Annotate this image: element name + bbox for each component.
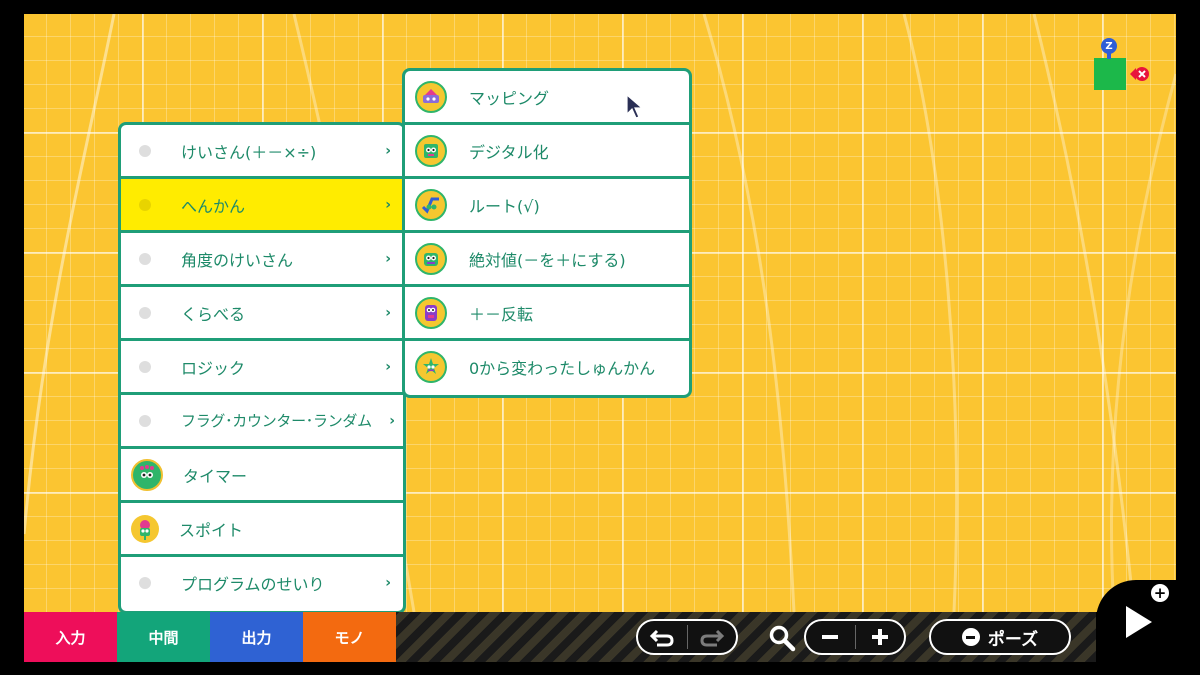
zoom-group (804, 619, 906, 655)
menu-item-label: へんかん (181, 196, 246, 216)
dot-icon (139, 144, 151, 157)
tab-input[interactable]: 入力 (24, 612, 117, 662)
menu-item-calculation[interactable]: けいさん(＋－×÷) › (121, 125, 403, 179)
chevron-right-icon: › (385, 250, 391, 267)
dot-icon (139, 252, 151, 265)
dot-icon (139, 576, 151, 589)
dropper-nodon-icon (131, 514, 159, 543)
add-badge-icon[interactable]: + (1151, 584, 1169, 602)
mapping-nodon-icon (415, 80, 447, 113)
submenu-item-mapping[interactable]: マッピング (405, 71, 689, 125)
submenu-item-label: ルート(√) (469, 196, 540, 216)
menu-item-label: プログラムのせいり (181, 574, 325, 594)
node-port-connector (1107, 53, 1111, 59)
dot-icon (139, 306, 151, 319)
chevron-right-icon: › (389, 412, 395, 429)
play-button[interactable] (1122, 602, 1156, 646)
tab-objects[interactable]: モノ (303, 612, 396, 662)
tab-output[interactable]: 出力 (210, 612, 303, 662)
submenu-item-label: ＋－反転 (469, 304, 534, 324)
submenu-item-absolute-value[interactable]: 絶対値(－を＋にする) (405, 233, 689, 287)
menu-item-label: タイマー (183, 466, 248, 486)
menu-item-flag-counter-random[interactable]: フラグ･カウンター･ランダム › (121, 395, 403, 449)
submenu-item-root[interactable]: ルート(√) (405, 179, 689, 233)
chevron-right-icon: › (385, 574, 391, 591)
submenu-item-plus-minus-invert[interactable]: ＋－反転 (405, 287, 689, 341)
submenu-item-label: 0から変わったしゅんかん (469, 358, 656, 378)
minus-circle-icon (961, 628, 980, 646)
minus-icon[interactable] (806, 627, 855, 647)
submenu-item-label: 絶対値(－を＋にする) (469, 250, 626, 270)
root-nodon-icon (415, 188, 447, 221)
magnifier-icon (768, 624, 796, 656)
dot-icon (139, 360, 151, 373)
menu-item-compare[interactable]: くらべる › (121, 287, 403, 341)
menu-item-dropper[interactable]: スポイト (121, 503, 403, 557)
menu-item-label: フラグ･カウンター･ランダム (181, 412, 372, 430)
chevron-right-icon: › (385, 196, 391, 213)
redo-icon[interactable] (687, 627, 736, 647)
menu-item-label: スポイト (179, 520, 244, 540)
menu-item-timer[interactable]: タイマー (121, 449, 403, 503)
pause-label: ポーズ (987, 629, 1039, 650)
dot-icon (139, 198, 151, 211)
submenu-item-changed-from-zero[interactable]: 0から変わったしゅんかん (405, 341, 689, 392)
pause-button[interactable]: ポーズ (929, 619, 1071, 655)
invert-nodon-icon (415, 296, 447, 329)
undo-redo-group (636, 619, 738, 655)
absolute-nodon-icon (415, 242, 447, 275)
conversion-submenu: マッピング デジタル化 ルート(√) 絶対値(－を＋にする) ＋－反転 0から変… (402, 68, 692, 398)
menu-item-label: くらべる (181, 304, 246, 324)
submenu-item-digitize[interactable]: デジタル化 (405, 125, 689, 179)
menu-item-conversion[interactable]: へんかん › (121, 179, 403, 233)
digital-nodon-icon (415, 134, 447, 167)
mouse-cursor (626, 93, 644, 124)
menu-item-label: 角度のけいさん (181, 250, 294, 270)
menu-item-program-organize[interactable]: プログラムのせいり › (121, 557, 403, 608)
tab-middle[interactable]: 中間 (117, 612, 210, 662)
menu-item-logic[interactable]: ロジック › (121, 341, 403, 395)
chevron-right-icon: › (385, 304, 391, 321)
menu-item-label: けいさん(＋－×÷) (181, 142, 317, 162)
category-tabs: 入力 中間 出力 モノ (24, 612, 396, 662)
menu-item-angle[interactable]: 角度のけいさん › (121, 233, 403, 287)
dot-icon (139, 414, 151, 427)
menu-item-label: ロジック (181, 358, 246, 378)
timer-nodon-icon (131, 458, 163, 491)
node-port-badge[interactable]: Z (1101, 38, 1117, 54)
submenu-item-label: マッピング (469, 88, 550, 108)
nodon-node[interactable] (1094, 58, 1126, 90)
category-menu: けいさん(＋－×÷) › へんかん › 角度のけいさん › くらべる › ロジッ… (118, 122, 406, 614)
plus-icon[interactable] (855, 627, 904, 647)
submenu-item-label: デジタル化 (469, 142, 549, 162)
chevron-right-icon: › (385, 142, 391, 159)
undo-icon[interactable] (638, 627, 687, 647)
node-disconnect-icon[interactable] (1130, 66, 1150, 82)
chevron-right-icon: › (385, 358, 391, 375)
changed-nodon-icon (415, 350, 447, 383)
